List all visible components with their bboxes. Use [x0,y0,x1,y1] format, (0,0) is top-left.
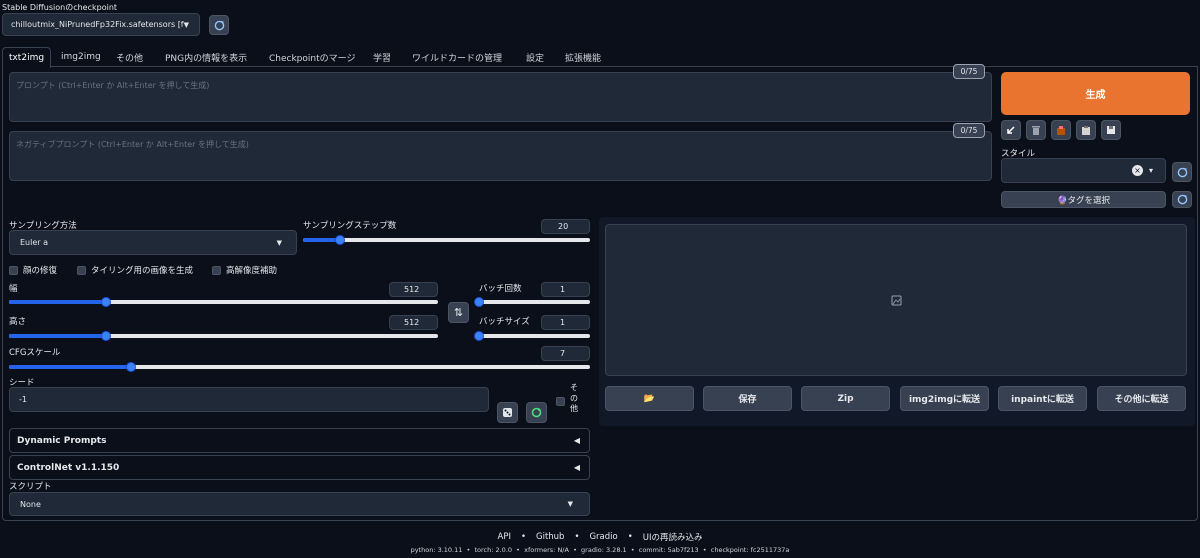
send-to-img2img-button[interactable]: img2imgに転送 [900,386,989,411]
clipboard-icon[interactable] [1051,120,1071,140]
slider-thumb[interactable] [126,362,136,372]
sampling-steps-label: サンプリングステップ数 [303,221,397,231]
width-input[interactable]: 512 [389,282,438,297]
sampling-steps-slider[interactable] [303,234,590,246]
generate-button[interactable]: 生成 [1001,72,1190,115]
accordion-title: ControlNet v1.1.150 [17,462,120,473]
image-icon [891,295,901,305]
accordion-title: Dynamic Prompts [17,435,107,446]
seed-input[interactable]: -1 [9,387,489,412]
batch-count-input[interactable]: 1 [541,282,590,297]
width-label: 幅 [9,284,18,294]
slider-thumb[interactable] [100,331,111,341]
negative-prompt-placeholder: ネガティブプロンプト (Ctrl+Enter か Alt+Enter を押して生… [16,140,249,149]
chevron-down-icon: ▾ [1148,166,1153,175]
chevron-down-icon: ▼ [567,500,573,508]
tag-select-button[interactable]: 🔮タグを選択 [1001,191,1166,208]
refresh-icon[interactable] [1172,191,1192,208]
swap-icon[interactable]: ⇅ [448,302,469,323]
chevron-down-icon: ▼ [183,20,189,29]
style-select[interactable]: × ▾ [1001,158,1166,183]
width-slider[interactable] [9,296,438,308]
dice-icon[interactable] [497,402,518,423]
footer-links: API • Github • Gradio • UIの再読み込み [497,531,703,543]
save-icon[interactable] [1101,120,1121,140]
open-folder-button[interactable]: 📂 [605,386,694,411]
controlnet-accordion[interactable]: ControlNet v1.1.150 ◀ [9,455,590,480]
zip-button[interactable]: Zip [801,386,890,411]
footer-version-info: python: 3.10.11 • torch: 2.0.0 • xformer… [410,546,790,554]
tab-png-info[interactable]: PNG内の情報を表示 [165,47,247,67]
height-input[interactable]: 512 [389,315,438,330]
cfg-scale-input[interactable]: 7 [541,346,590,361]
slider-thumb[interactable] [474,297,484,307]
negative-prompt-token-counter: 0/75 [953,123,985,138]
sampling-method-value: Euler a [20,238,49,247]
github-link[interactable]: Github [536,532,564,542]
collapse-arrow-icon: ◀ [573,436,580,445]
checkpoint-label: Stable Diffusionのcheckpoint [2,3,118,12]
slider-thumb[interactable] [474,331,484,341]
prompt-textarea[interactable]: プロンプト (Ctrl+Enter か Alt+Enter を押して生成) [9,72,992,122]
hires-fix-checkbox[interactable]: 高解像度補助 [212,264,277,276]
tab-wildcards[interactable]: ワイルドカードの管理 [412,47,502,67]
script-select[interactable]: None ▼ [9,492,590,516]
batch-size-input[interactable]: 1 [541,315,590,330]
sampling-steps-input[interactable]: 20 [541,219,590,234]
tab-extensions[interactable]: 拡張機能 [565,47,601,67]
tab-extras[interactable]: その他 [116,47,143,67]
batch-count-label: バッチ回数 [479,284,522,294]
tab-txt2img[interactable]: txt2img [2,47,51,68]
clear-icon[interactable]: × [1131,165,1143,176]
cfg-scale-slider[interactable] [9,361,590,373]
script-label: スクリプト [9,482,52,492]
tab-settings[interactable]: 設定 [526,47,544,67]
batch-size-label: バッチサイズ [479,317,530,327]
slider-thumb[interactable] [100,297,111,307]
tab-img2img[interactable]: img2img [61,47,101,67]
cfg-scale-label: CFGスケール [9,348,61,358]
reload-ui-link[interactable]: UIの再読み込み [643,531,703,543]
save-button[interactable]: 保存 [703,386,792,411]
trash-icon[interactable] [1026,120,1046,140]
collapse-arrow-icon: ◀ [573,463,580,472]
batch-count-slider[interactable] [474,296,590,308]
checkpoint-value: chilloutmix_NiPrunedFp32Fix.safetensors … [11,20,184,29]
chevron-down-icon: ▼ [276,238,282,247]
send-to-extras-button[interactable]: その他に転送 [1097,386,1186,411]
prompt-placeholder: プロンプト (Ctrl+Enter か Alt+Enter を押して生成) [16,81,210,90]
checkpoint-dropdown[interactable]: chilloutmix_NiPrunedFp32Fix.safetensors … [2,13,200,36]
slider-thumb[interactable] [335,235,346,245]
height-label: 高さ [9,317,27,327]
paste-icon[interactable] [1076,120,1096,140]
send-to-inpaint-button[interactable]: inpaintに転送 [998,386,1087,411]
seed-extra-label: その他 [570,383,578,413]
tiling-checkbox[interactable]: タイリング用の画像を生成 [77,264,193,276]
seed-extra-checkbox[interactable] [556,397,565,406]
tab-checkpoint-merger[interactable]: Checkpointのマージ [269,47,355,67]
api-link[interactable]: API [498,532,511,542]
prompt-token-counter: 0/75 [953,64,985,79]
height-slider[interactable] [9,330,438,342]
refresh-icon[interactable] [1172,162,1192,182]
restore-faces-checkbox[interactable]: 顔の修復 [9,264,57,276]
batch-size-slider[interactable] [474,330,590,342]
refresh-icon[interactable] [209,15,229,35]
sampling-method-select[interactable]: Euler a ▼ [9,230,297,255]
tab-train[interactable]: 学習 [373,47,391,67]
arrow-icon[interactable] [1001,120,1021,140]
gradio-link[interactable]: Gradio [589,532,617,542]
negative-prompt-textarea[interactable]: ネガティブプロンプト (Ctrl+Enter か Alt+Enter を押して生… [9,131,992,181]
image-gallery[interactable] [605,224,1187,376]
recycle-icon[interactable] [526,402,547,423]
dynamic-prompts-accordion[interactable]: Dynamic Prompts ◀ [9,428,590,453]
